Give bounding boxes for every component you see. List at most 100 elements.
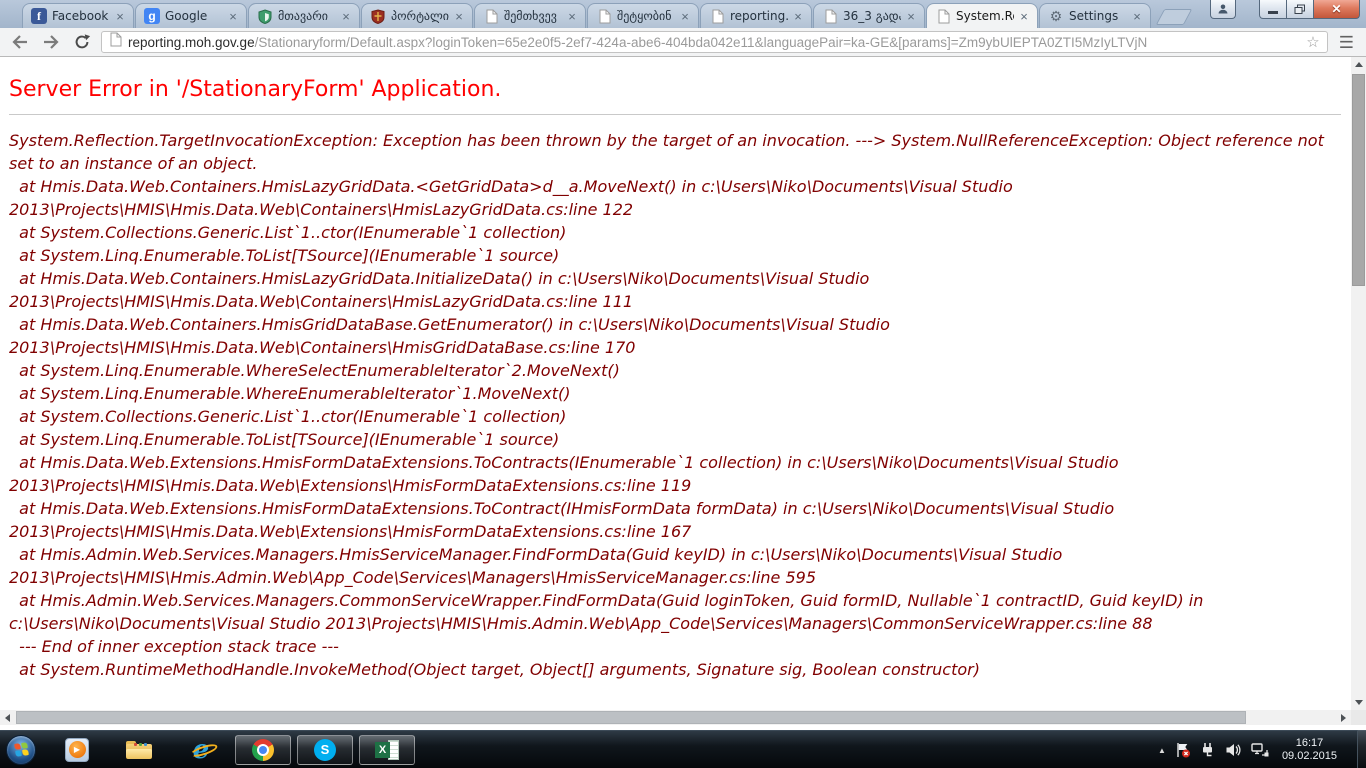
google-icon: g (144, 8, 160, 24)
clock-time: 16:17 (1296, 737, 1324, 749)
error-page: Server Error in '/StationaryForm' Applic… (0, 57, 1351, 710)
close-tab-icon[interactable]: × (113, 10, 127, 23)
show-desktop-button[interactable] (1357, 730, 1366, 768)
forward-arrow-icon (42, 34, 60, 50)
scroll-right-icon (1341, 714, 1346, 722)
stack-trace-line: at Hmis.Data.Web.Containers.HmisGridData… (9, 313, 1341, 359)
horizontal-scrollbar-thumb[interactable] (16, 711, 1246, 724)
close-tab-icon[interactable]: × (1017, 10, 1031, 23)
scrollbar-corner (1351, 710, 1366, 725)
tab-facebook[interactable]: f Facebook × (22, 3, 134, 28)
scroll-right-button[interactable] (1336, 710, 1351, 725)
close-tab-icon[interactable]: × (678, 10, 692, 23)
stack-trace: System.Reflection.TargetInvocationExcept… (9, 129, 1341, 681)
facebook-icon: f (31, 8, 47, 24)
scroll-left-button[interactable] (0, 710, 15, 725)
person-icon (1217, 3, 1229, 15)
folder-icon (126, 740, 152, 759)
taskbar-item-media-player[interactable]: ▶ (62, 735, 92, 765)
stack-trace-line: at System.Linq.Enumerable.WhereEnumerabl… (9, 382, 1341, 405)
taskbar-item-excel[interactable]: X (359, 735, 415, 765)
tab-shemtkhveva[interactable]: შემთხვევ × (474, 3, 586, 28)
windows-flag-icon (14, 742, 29, 757)
stack-trace-line: System.Reflection.TargetInvocationExcept… (9, 129, 1341, 175)
tab-label: Settings (1069, 9, 1127, 23)
close-tab-icon[interactable]: × (1130, 10, 1144, 23)
shield-icon (257, 8, 273, 24)
internet-explorer-icon: e (193, 737, 210, 763)
tab-label: System.Refl (956, 9, 1014, 23)
horizontal-scrollbar[interactable] (0, 710, 1351, 725)
stack-trace-line: at System.Collections.Generic.List`1..ct… (9, 221, 1341, 244)
close-tab-icon[interactable]: × (452, 10, 466, 23)
tab-label: შემთხვევ (504, 9, 562, 23)
tab-36-3[interactable]: 36_3 გადაუ × (813, 3, 925, 28)
page-icon (596, 8, 612, 24)
start-button[interactable] (6, 735, 36, 765)
page-icon (935, 8, 951, 24)
vertical-scrollbar-thumb[interactable] (1352, 74, 1365, 286)
clock-date: 09.02.2015 (1282, 750, 1337, 762)
window-controls: ✕ (1259, 0, 1360, 19)
tab-reporting[interactable]: reporting.m × (700, 3, 812, 28)
tab-list: f Facebook × g Google × მთავარი × (22, 3, 1188, 28)
close-tab-icon[interactable]: × (565, 10, 579, 23)
back-button[interactable] (8, 30, 32, 54)
bookmark-star-icon[interactable]: ☆ (1306, 33, 1319, 51)
power-plug-icon[interactable] (1200, 742, 1216, 758)
restore-button[interactable] (1287, 0, 1314, 19)
network-icon[interactable] (1251, 742, 1269, 758)
close-tab-icon[interactable]: × (339, 10, 353, 23)
reload-button[interactable] (70, 30, 94, 54)
stack-trace-line: at Hmis.Data.Web.Extensions.HmisFormData… (9, 497, 1341, 543)
tab-label: შეტყობინ (617, 9, 675, 23)
profile-avatar-button[interactable] (1210, 0, 1236, 19)
address-bar[interactable]: reporting.moh.gov.ge/Stationaryform/Defa… (101, 31, 1328, 53)
system-tray: ▲ 16:17 09.02.2015 (1158, 731, 1354, 768)
restore-icon (1294, 4, 1306, 15)
taskbar: ▶ e S X ▲ (0, 730, 1366, 768)
skype-icon: S (314, 739, 336, 761)
taskbar-item-chrome[interactable] (235, 735, 291, 765)
taskbar-item-internet-explorer[interactable]: e (186, 735, 216, 765)
close-window-icon: ✕ (1331, 2, 1341, 16)
url-text[interactable]: reporting.moh.gov.ge/Stationaryform/Defa… (128, 35, 1300, 50)
forward-button[interactable] (39, 30, 63, 54)
tab-shetqobineba[interactable]: შეტყობინ × (587, 3, 699, 28)
stack-trace-line: at Hmis.Data.Web.Containers.HmisLazyGrid… (9, 267, 1341, 313)
media-player-icon: ▶ (65, 738, 89, 762)
tab-system-reflection-active[interactable]: System.Refl × (926, 3, 1038, 28)
page-icon (822, 8, 838, 24)
action-center-flag-icon[interactable] (1175, 742, 1191, 758)
close-tab-icon[interactable]: × (226, 10, 240, 23)
taskbar-item-skype[interactable]: S (297, 735, 353, 765)
emblem-icon (370, 8, 386, 24)
page-icon (483, 8, 499, 24)
page-icon (709, 8, 725, 24)
tab-mtavari[interactable]: მთავარი × (248, 3, 360, 28)
tab-settings[interactable]: ⚙ Settings × (1039, 3, 1151, 28)
close-tab-icon[interactable]: × (904, 10, 918, 23)
minimize-button[interactable] (1259, 0, 1287, 19)
scroll-up-icon (1355, 62, 1363, 67)
close-tab-icon[interactable]: × (791, 10, 805, 23)
show-hidden-icons-button[interactable]: ▲ (1158, 746, 1166, 755)
tab-portali[interactable]: პორტალი × (361, 3, 473, 28)
volume-icon[interactable] (1225, 742, 1242, 758)
scroll-up-button[interactable] (1351, 57, 1366, 72)
excel-icon: X (375, 740, 399, 760)
stack-trace-line: at System.Linq.Enumerable.ToList[TSource… (9, 244, 1341, 267)
vertical-scrollbar[interactable] (1351, 57, 1366, 710)
chrome-menu-icon[interactable]: ☰ (1335, 34, 1358, 51)
taskbar-clock[interactable]: 16:17 09.02.2015 (1282, 737, 1337, 763)
close-window-button[interactable]: ✕ (1314, 0, 1360, 19)
reload-icon (73, 33, 91, 51)
new-tab-button[interactable] (1156, 9, 1193, 25)
page-icon (109, 32, 122, 52)
scroll-down-button[interactable] (1351, 695, 1366, 710)
taskbar-item-explorer[interactable] (124, 735, 154, 765)
page-title: Server Error in '/StationaryForm' Applic… (9, 77, 1341, 102)
tab-google[interactable]: g Google × (135, 3, 247, 28)
tab-label: მთავარი (278, 9, 336, 23)
stack-trace-line: at Hmis.Admin.Web.Services.Managers.Hmis… (9, 543, 1341, 589)
